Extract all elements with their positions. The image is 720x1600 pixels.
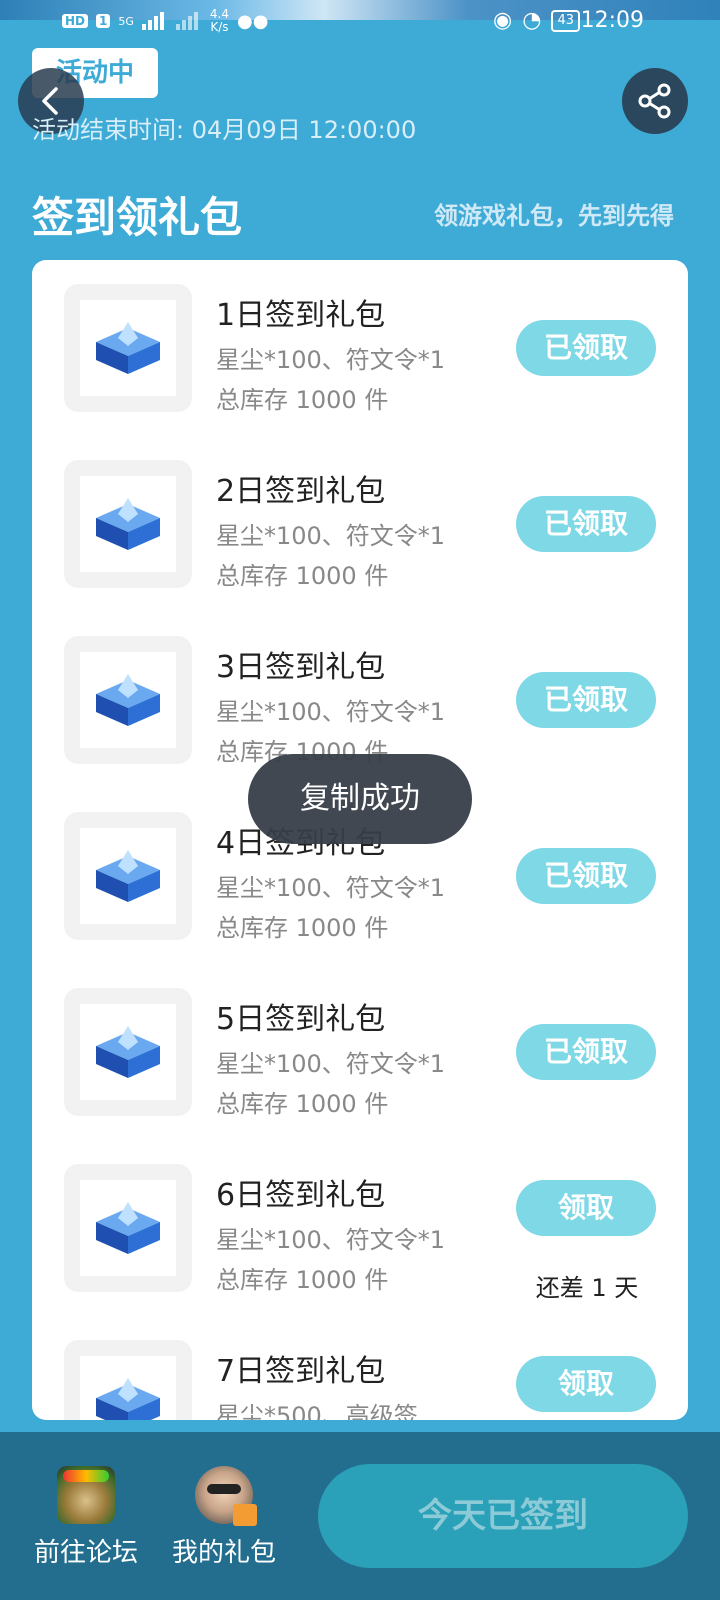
gift-contents: 星尘*500、高级签... [216, 1402, 441, 1420]
gift-contents: 星尘*100、符文令*1 [216, 346, 446, 374]
treasure-chest-icon [96, 498, 160, 550]
gift-name: 3日签到礼包 [216, 650, 386, 685]
activity-end-time: 活动结束时间: 04月09日 12:00:00 [32, 116, 417, 144]
bottom-action-bar: 前往论坛 我的礼包 今天已签到 [0, 1432, 720, 1600]
gift-thumbnail[interactable] [64, 988, 192, 1116]
gift-thumbnail[interactable] [64, 812, 192, 940]
signal-icon [141, 12, 168, 30]
claim-button[interactable]: 领取 [516, 1180, 656, 1236]
net-speed-value: 4.4 [209, 7, 229, 21]
status-bar: HD 1 5G 4.4 K/s ●● ◉ ◔ 43 12:09 [0, 0, 720, 48]
gift-name: 5日签到礼包 [216, 1002, 386, 1037]
clock: 12:09 [580, 8, 644, 33]
gift-name: 2日签到礼包 [216, 474, 386, 509]
net-speed-unit: K/s [210, 20, 229, 34]
claim-button[interactable]: 领取 [516, 1356, 656, 1412]
page-subtitle: 领游戏礼包，先到先得 [434, 202, 674, 230]
forum-label: 前往论坛 [33, 1538, 138, 1568]
hd-indicator: HD [62, 14, 89, 28]
gift-stock: 总库存 1000 件 [216, 562, 389, 590]
my-gifts-label: 我的礼包 [171, 1538, 276, 1568]
gift-thumbnail[interactable] [64, 636, 192, 764]
eye-icon: ◉ [493, 8, 513, 33]
claimed-button[interactable]: 已领取 [516, 1024, 656, 1080]
gift-name: 1日签到礼包 [216, 298, 386, 333]
treasure-chest-icon [96, 1026, 160, 1078]
network-type: 5G [118, 14, 134, 28]
days-remaining: 还差 1 天 [535, 1274, 639, 1302]
claimed-button[interactable]: 已领取 [516, 672, 656, 728]
gift-contents: 星尘*100、符文令*1 [216, 1050, 446, 1078]
gift-thumbnail[interactable] [64, 284, 192, 412]
treasure-chest-icon [96, 1202, 160, 1254]
forum-link[interactable]: 前往论坛 [26, 1466, 146, 1569]
my-gifts-link[interactable]: 我的礼包 [164, 1466, 284, 1569]
gift-name: 6日签到礼包 [216, 1178, 386, 1213]
gift-stock: 总库存 1000 件 [216, 386, 389, 414]
battery-icon: 43 [551, 9, 580, 32]
gift-name: 7日签到礼包 [216, 1354, 386, 1389]
gift-box-icon [233, 1504, 257, 1526]
treasure-chest-icon [96, 674, 160, 726]
treasure-chest-icon [96, 322, 160, 374]
gift-stock: 总库存 1000 件 [216, 1090, 389, 1118]
gift-item: 6日签到礼包 星尘*100、符文令*1 总库存 1000 件 领取 还差 1 天 [32, 1140, 688, 1316]
gift-contents: 星尘*100、符文令*1 [216, 698, 446, 726]
signed-in-today-button[interactable]: 今天已签到 [318, 1464, 688, 1568]
gift-contents: 星尘*100、符文令*1 [216, 522, 446, 550]
treasure-chest-icon [96, 850, 160, 902]
game-avatar-icon [57, 1466, 115, 1524]
gift-contents: 星尘*100、符文令*1 [216, 1226, 446, 1254]
gift-thumbnail[interactable] [64, 460, 192, 588]
share-button[interactable] [622, 68, 688, 134]
sim-indicator: 1 [96, 14, 111, 28]
gift-thumbnail[interactable] [64, 1164, 192, 1292]
gift-contents: 星尘*100、符文令*1 [216, 874, 446, 902]
gift-item: 7日签到礼包 星尘*500、高级签... 领取 [32, 1316, 688, 1420]
gift-thumbnail[interactable] [64, 1340, 192, 1420]
page-title: 签到领礼包 [32, 193, 243, 242]
alarm-icon: ◔ [522, 8, 542, 33]
signal-icon-2 [175, 12, 202, 30]
net-speed: 4.4 K/s [210, 8, 229, 34]
gift-item: 2日签到礼包 星尘*100、符文令*1 总库存 1000 件 已领取 [32, 436, 688, 612]
gift-stock: 总库存 1000 件 [216, 1266, 389, 1294]
claimed-button[interactable]: 已领取 [516, 496, 656, 552]
share-icon [638, 83, 671, 119]
claimed-button[interactable]: 已领取 [516, 320, 656, 376]
wechat-icon: ●● [237, 10, 269, 32]
gift-item: 5日签到礼包 星尘*100、符文令*1 总库存 1000 件 已领取 [32, 964, 688, 1140]
gift-stock: 总库存 1000 件 [216, 914, 389, 942]
claimed-button[interactable]: 已领取 [516, 848, 656, 904]
status-right: ◉ ◔ 43 [493, 8, 580, 33]
gift-item: 1日签到礼包 星尘*100、符文令*1 总库存 1000 件 已领取 [32, 260, 688, 436]
status-left: HD 1 5G 4.4 K/s ●● [62, 8, 268, 34]
user-avatar-icon [195, 1466, 257, 1526]
copy-success-toast: 复制成功 [248, 754, 472, 844]
treasure-chest-icon [96, 1378, 160, 1420]
